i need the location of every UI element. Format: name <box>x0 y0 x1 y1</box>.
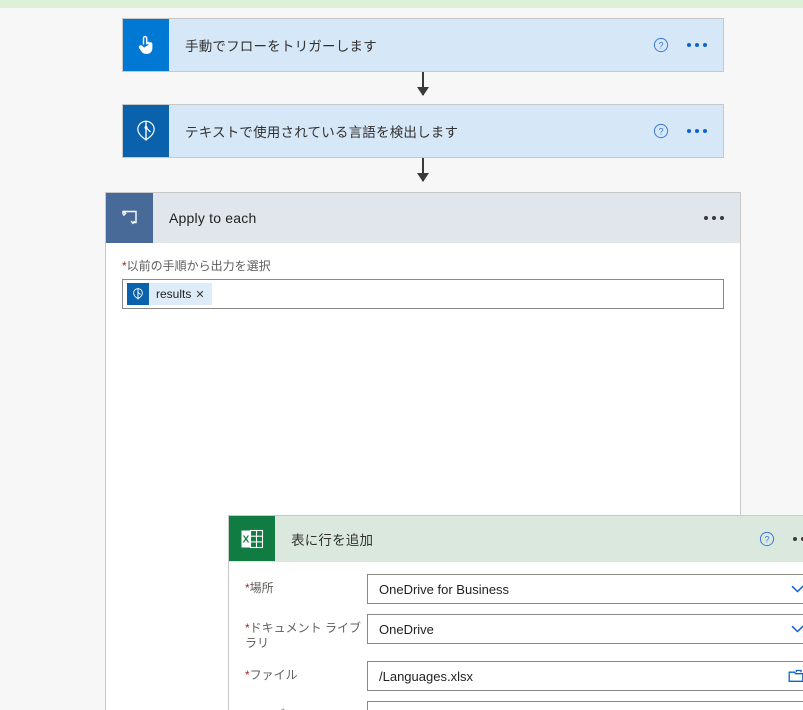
chevron-down-icon[interactable] <box>791 585 803 593</box>
svg-text:X: X <box>243 534 250 545</box>
form-label-document-library-text: ドキュメント ライブラリ <box>245 621 361 650</box>
ellipsis-icon[interactable] <box>793 537 803 541</box>
excel-card-form: *場所 OneDrive for Business *ドキ <box>229 562 803 710</box>
excel-card-header[interactable]: X 表に行を追加 ? <box>229 516 803 562</box>
dynamic-token-results[interactable]: results ✕ <box>127 283 212 305</box>
apply-to-each-container: Apply to each *以前の手順から出力を選択 resu <box>105 192 741 710</box>
form-row-document-library: *ドキュメント ライブラリ OneDrive <box>229 614 803 651</box>
svg-text:?: ? <box>658 40 663 50</box>
flow-step-card-trigger[interactable]: 手動でフローをトリガーします ? <box>122 18 724 72</box>
document-library-dropdown[interactable]: OneDrive <box>367 614 803 644</box>
excel-card-title: 表に行を追加 <box>291 529 759 549</box>
excel-icon: X <box>229 516 275 561</box>
form-row-location: *場所 OneDrive for Business <box>229 574 803 604</box>
trigger-card-title: 手動でフローをトリガーします <box>185 35 653 55</box>
cognitive-services-icon <box>127 283 149 305</box>
loop-input-field[interactable]: results ✕ <box>122 279 724 309</box>
help-circle-icon[interactable]: ? <box>653 37 669 53</box>
form-label-file-text: ファイル <box>250 668 298 682</box>
table-value: テーブル1 <box>379 707 791 710</box>
loop-icon <box>106 193 153 243</box>
apply-to-each-title: Apply to each <box>169 210 704 226</box>
form-label-file: *ファイル <box>245 661 367 683</box>
apply-to-each-header[interactable]: Apply to each <box>106 193 740 243</box>
connector-arrow-1 <box>422 72 424 95</box>
folder-icon[interactable] <box>788 669 803 683</box>
trigger-card-body: 手動でフローをトリガーします ? <box>169 19 723 71</box>
token-label: results <box>149 287 195 301</box>
help-circle-icon[interactable]: ? <box>653 123 669 139</box>
detect-card-title: テキストで使用されている言語を検出します <box>185 121 653 141</box>
file-input[interactable]: /Languages.xlsx <box>367 661 803 691</box>
close-icon[interactable]: ✕ <box>195 288 211 301</box>
file-value: /Languages.xlsx <box>379 669 788 684</box>
flow-step-card-add-row[interactable]: X 表に行を追加 ? <box>228 515 803 710</box>
cognitive-services-icon <box>123 105 169 157</box>
form-label-location: *場所 <box>245 574 367 596</box>
chevron-down-icon[interactable] <box>791 625 803 633</box>
form-control-document-library: OneDrive <box>367 614 803 644</box>
svg-text:?: ? <box>658 126 663 136</box>
form-label-table: *テーブル <box>245 701 367 710</box>
ellipsis-icon[interactable] <box>687 43 711 47</box>
flow-designer-canvas: 手動でフローをトリガーします ? テキストで使用されている言語を検出します <box>0 0 803 710</box>
flow-step-card-detect-language[interactable]: テキストで使用されている言語を検出します ? <box>122 104 724 158</box>
location-value: OneDrive for Business <box>379 582 791 597</box>
form-row-table: *テーブル テーブル1 <box>229 701 803 710</box>
loop-input-label: *以前の手順から出力を選択 <box>122 257 724 274</box>
apply-to-each-header-body: Apply to each <box>153 193 740 243</box>
help-circle-icon[interactable]: ? <box>759 531 775 547</box>
form-control-file: /Languages.xlsx <box>367 661 803 691</box>
loop-input-label-text: 以前の手順から出力を選択 <box>127 259 271 273</box>
location-dropdown[interactable]: OneDrive for Business <box>367 574 803 604</box>
form-control-location: OneDrive for Business <box>367 574 803 604</box>
form-label-location-text: 場所 <box>250 581 274 595</box>
form-row-file: *ファイル /Languages.xlsx <box>229 661 803 691</box>
table-dropdown[interactable]: テーブル1 <box>367 701 803 710</box>
document-library-value: OneDrive <box>379 622 791 637</box>
form-label-document-library: *ドキュメント ライブラリ <box>245 614 367 651</box>
ellipsis-icon[interactable] <box>687 129 711 133</box>
apply-to-each-body: *以前の手順から出力を選択 results ✕ <box>106 243 740 309</box>
top-accent-strip <box>0 0 803 8</box>
svg-text:?: ? <box>764 534 769 544</box>
ellipsis-icon[interactable] <box>704 216 728 220</box>
detect-card-body: テキストで使用されている言語を検出します ? <box>169 105 723 157</box>
form-control-table: テーブル1 <box>367 701 803 710</box>
touch-trigger-icon <box>123 19 169 71</box>
excel-card-header-body: 表に行を追加 ? <box>275 516 803 561</box>
connector-arrow-2 <box>422 158 424 181</box>
